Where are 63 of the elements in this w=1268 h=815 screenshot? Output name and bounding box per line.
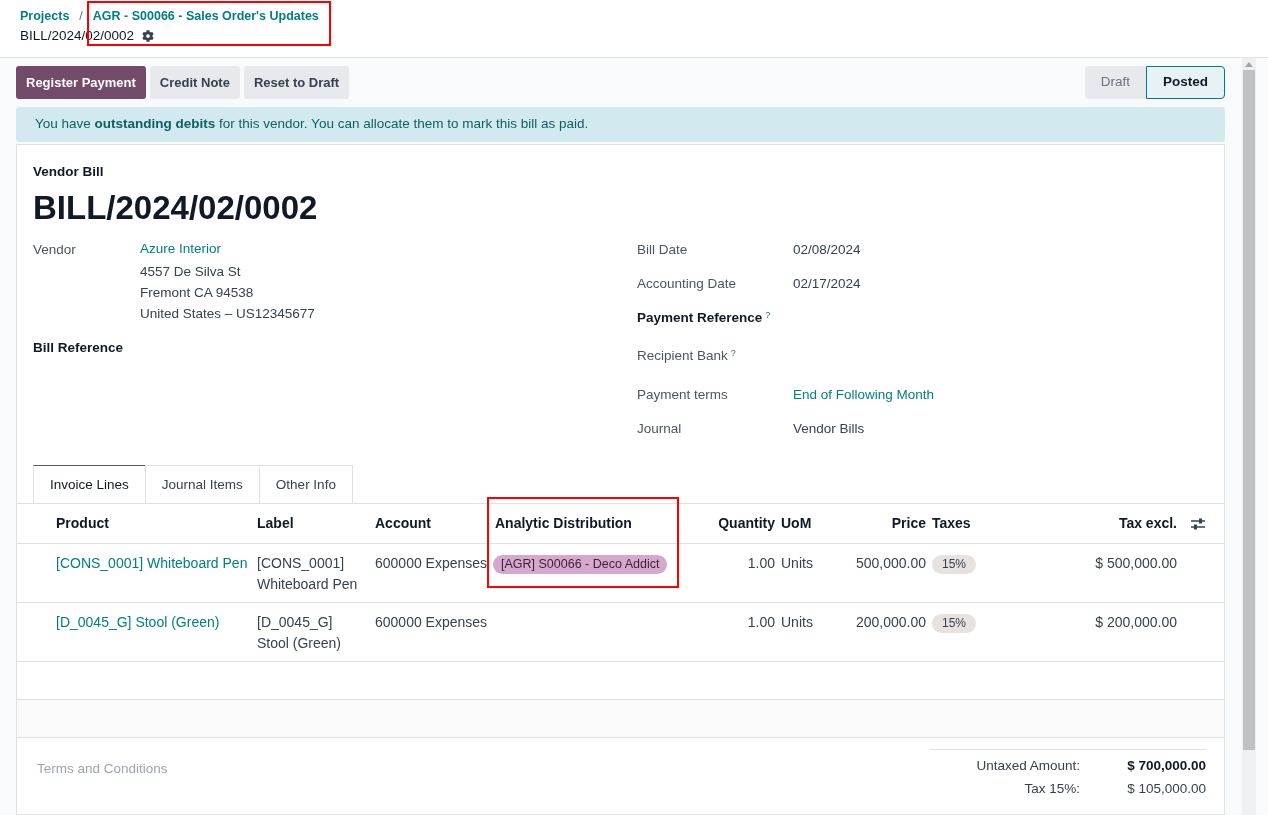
vendor-link[interactable]: Azure Interior xyxy=(140,240,315,259)
address-line: Fremont CA 94538 xyxy=(140,284,255,303)
field-value: 02/17/2024 xyxy=(793,275,861,294)
tax-tag: 15% xyxy=(932,555,977,575)
help-mark[interactable]: ? xyxy=(730,347,736,358)
field-value: Vendor Bills xyxy=(793,420,865,439)
table-cell-text: [CONS_0001] Whiteboard Pen xyxy=(257,554,359,595)
form-tab[interactable]: Invoice Lines xyxy=(33,465,146,505)
settings-icon[interactable] xyxy=(142,29,155,42)
table-cell-text: 200,000.00 xyxy=(854,613,927,633)
tax-tag: 15% xyxy=(932,614,977,634)
field-label: Accounting Date xyxy=(637,276,737,292)
action-button[interactable]: Credit Note xyxy=(149,66,240,99)
column-header[interactable]: Account xyxy=(375,515,431,532)
column-header[interactable]: Tax excl. xyxy=(1118,515,1177,532)
form-type-label: Vendor Bill xyxy=(33,163,105,181)
table-cell-text: 600000 Expenses xyxy=(375,613,489,633)
field-label: Payment terms xyxy=(637,387,728,403)
total-value: $ 105,000.00 xyxy=(1126,780,1206,799)
column-header[interactable]: UoM xyxy=(781,515,812,532)
field-label: Recipient Bank xyxy=(637,348,728,364)
total-value: $ 700,000.00 xyxy=(1126,757,1206,776)
total-label: Tax 15%: xyxy=(1024,780,1080,799)
breadcrumb-separator: / xyxy=(78,8,84,25)
help-mark[interactable]: ? xyxy=(765,309,771,320)
field-label: Journal xyxy=(637,421,682,437)
column-header[interactable]: Quantity xyxy=(718,515,775,532)
address-line: 4557 De Silva St xyxy=(140,263,242,282)
column-header[interactable]: Taxes xyxy=(932,515,971,532)
table-cell-text: 500,000.00 xyxy=(854,554,927,574)
analytic-tag: [AGR] S00066 - Deco Addict xyxy=(493,555,668,575)
field-value: 02/08/2024 xyxy=(793,241,861,260)
field-label: Bill Reference xyxy=(33,339,125,358)
column-header[interactable]: Label xyxy=(257,515,294,532)
table-cell-text: Units xyxy=(781,613,814,633)
column-header[interactable]: Price xyxy=(891,515,926,532)
table-cell-text: [D_0045_G] Stool (Green) xyxy=(257,613,343,654)
alert-banner: You have outstanding debits for this vendor. You can allocate them to mark this bill as paid. xyxy=(16,107,1225,142)
bill-title: BILL/2024/02/0002 xyxy=(33,188,319,229)
table-cell-text: 600000 Expenses xyxy=(375,554,489,574)
table-cell-text: $ 200,000.00 xyxy=(1094,613,1178,633)
breadcrumb-link[interactable]: Projects xyxy=(20,7,70,26)
field-label: Vendor xyxy=(33,241,77,260)
column-header[interactable]: Analytic Distribution xyxy=(495,515,632,532)
field-label: Bill Date xyxy=(637,242,688,258)
field-label: Payment Reference xyxy=(637,310,763,326)
product-link[interactable]: [CONS_0001] Whiteboard Pen xyxy=(56,553,257,575)
action-button[interactable]: Register Payment xyxy=(16,66,146,99)
column-settings-icon[interactable] xyxy=(1191,517,1205,530)
action-button[interactable]: Reset to Draft xyxy=(243,66,350,99)
table-cell-text: $ 500,000.00 xyxy=(1094,554,1178,574)
table-cell-text: Units xyxy=(781,554,814,574)
table-cell-text: 1.00 xyxy=(746,554,776,574)
product-link[interactable]: [D_0045_G] Stool (Green) xyxy=(56,612,257,634)
status-step[interactable]: Draft xyxy=(1084,66,1146,99)
total-label: Untaxed Amount: xyxy=(976,757,1080,776)
form-tab[interactable]: Other Info xyxy=(258,465,353,505)
breadcrumb-link[interactable]: AGR - S00066 - Sales Order's Updates xyxy=(92,7,319,26)
address-line: United States – US12345677 xyxy=(140,305,315,324)
status-step[interactable]: Posted xyxy=(1146,66,1225,99)
column-header[interactable]: Product xyxy=(56,515,109,532)
field-link[interactable]: End of Following Month xyxy=(793,385,935,420)
table-cell-text: 1.00 xyxy=(746,613,776,633)
